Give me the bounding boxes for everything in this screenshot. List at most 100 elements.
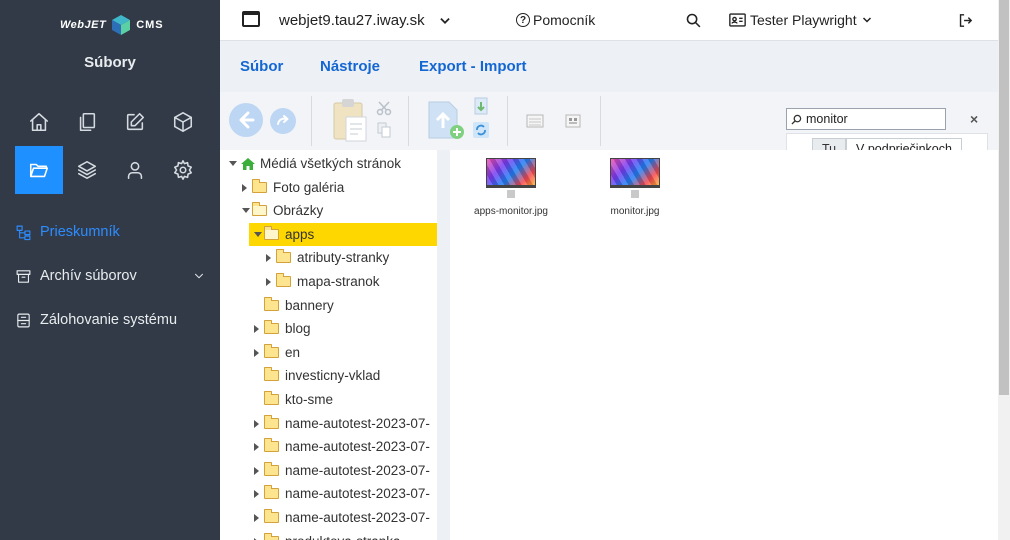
user-menu[interactable]: Tester Playwright	[729, 12, 873, 28]
tree-node[interactable]: en	[220, 341, 437, 364]
clipboard-icon	[333, 99, 367, 142]
domain-selector[interactable]: webjet9.tau27.iway.sk	[279, 12, 425, 29]
tree-node[interactable]: atributy-stranky	[220, 246, 437, 269]
tree-root[interactable]: Médiá všetkých stránok	[220, 152, 437, 175]
download-button[interactable]	[472, 97, 490, 117]
view-thumbnails-button[interactable]	[565, 114, 581, 128]
folder-icon	[276, 249, 291, 264]
module-users[interactable]	[111, 146, 159, 194]
module-templates[interactable]	[63, 146, 111, 194]
tree-node[interactable]: Obrázky	[220, 199, 437, 222]
tree-node[interactable]: bannery	[220, 294, 437, 317]
menu-item-explorer[interactable]: Prieskumník	[0, 215, 220, 249]
refresh-icon	[473, 122, 489, 138]
tree-node[interactable]: name-autotest-2023-07-	[220, 506, 437, 529]
collapse-toggle[interactable]	[254, 231, 262, 237]
page-scrollbar[interactable]	[998, 0, 1010, 540]
folder-icon	[264, 391, 279, 405]
pane-splitter[interactable]	[437, 150, 450, 540]
expand-toggle[interactable]	[254, 348, 259, 357]
expand-toggle[interactable]	[254, 443, 259, 452]
upload-button[interactable]	[427, 100, 467, 142]
help-link[interactable]: ? Pomocník	[516, 12, 595, 28]
expand-toggle[interactable]	[266, 254, 271, 263]
tree-node-label: kto-sme	[285, 392, 334, 407]
tree-node[interactable]: kto-sme	[220, 388, 437, 411]
scrollbar-thumb[interactable]	[999, 0, 1009, 395]
expand-toggle[interactable]	[254, 466, 259, 475]
file-item[interactable]: monitor.jpg	[585, 158, 685, 217]
search-icon[interactable]	[685, 12, 702, 29]
folder-icon	[264, 296, 279, 311]
tab-bar: Súbor Nástroje Export - Import	[220, 41, 998, 92]
back-button[interactable]	[229, 103, 263, 137]
tree-node[interactable]: blog	[220, 317, 437, 340]
tree-node[interactable]: apps	[220, 222, 437, 246]
tree-node[interactable]: produktova-stranka	[220, 530, 437, 540]
copy-button[interactable]	[377, 122, 391, 138]
app-window: WebJET CMS Súbory Prieskumník Archív súb…	[0, 0, 1010, 540]
tree-node-label: name-autotest-2023-07-	[285, 486, 430, 502]
tab-export-import[interactable]: Export - Import	[419, 41, 527, 92]
tree-node[interactable]: investicny-vklad	[220, 364, 437, 387]
tree-node-label: en	[285, 344, 301, 360]
monitor-stand	[631, 190, 639, 198]
logo[interactable]: WebJET CMS	[60, 14, 164, 36]
menu-item-backup[interactable]: Zálohovanie systému	[0, 303, 220, 337]
file-item[interactable]: apps-monitor.jpg	[461, 158, 561, 217]
tab-nastroje[interactable]: Nástroje	[320, 41, 380, 92]
folder-icon	[264, 461, 279, 476]
file-list: apps-monitor.jpg monitor.jpg	[450, 150, 998, 540]
folder-icon	[252, 178, 267, 193]
expand-toggle[interactable]	[254, 325, 259, 334]
expand-toggle[interactable]	[254, 419, 259, 428]
module-pages[interactable]	[63, 98, 111, 146]
tree-node-label: name-autotest-2023-07-	[285, 510, 430, 525]
tree-node-label: blog	[285, 321, 311, 337]
upload-file-icon	[428, 101, 464, 139]
chevron-down-icon	[862, 17, 871, 23]
expand-toggle[interactable]	[242, 183, 247, 192]
archive-icon	[16, 269, 31, 283]
chevron-down-icon[interactable]	[438, 14, 452, 28]
monitor-image	[486, 158, 536, 188]
expand-toggle[interactable]	[266, 278, 271, 286]
chevron-down-icon[interactable]	[192, 269, 206, 283]
expand-toggle[interactable]	[254, 490, 259, 499]
menu-item-label: Archív súborov	[40, 268, 137, 284]
module-files[interactable]	[15, 146, 63, 194]
menu-item-archive[interactable]: Archív súborov	[0, 259, 220, 293]
module-apps[interactable]	[159, 98, 207, 146]
logout-icon[interactable]	[957, 12, 974, 29]
paste-button[interactable]	[332, 97, 368, 143]
logo-cube-icon	[112, 15, 131, 35]
module-home[interactable]	[15, 98, 63, 146]
file-name: apps-monitor.jpg	[474, 206, 548, 217]
tree-node-label: Obrázky	[273, 203, 324, 219]
module-settings[interactable]	[159, 146, 207, 194]
collapse-toggle[interactable]	[242, 208, 250, 214]
cut-button[interactable]	[376, 100, 392, 116]
view-details-button[interactable]	[526, 114, 544, 128]
tree-node[interactable]: name-autotest-2023-07-	[220, 435, 437, 458]
folder-icon	[264, 485, 279, 500]
tree-node[interactable]: Foto galéria	[220, 176, 437, 199]
tab-subor[interactable]: Súbor	[240, 41, 284, 92]
expand-toggle[interactable]	[254, 514, 259, 522]
refresh-button[interactable]	[472, 121, 490, 139]
tree-node[interactable]: mapa-stranok	[220, 270, 437, 293]
module-edit[interactable]	[111, 98, 159, 146]
folder-icon	[264, 509, 279, 523]
tree-node[interactable]: name-autotest-2023-07-	[220, 412, 437, 435]
tree-node[interactable]: name-autotest-2023-07-	[220, 482, 437, 505]
copy-icon	[377, 122, 391, 138]
scissors-icon	[376, 101, 392, 116]
forward-button[interactable]	[270, 108, 296, 134]
collapse-toggle[interactable]	[229, 161, 237, 166]
folder-icon	[264, 225, 279, 240]
sidebar: WebJET CMS Súbory Prieskumník Archív súb…	[0, 0, 220, 540]
clear-search-button[interactable]: ×	[970, 111, 978, 127]
tree-node[interactable]: name-autotest-2023-07-	[220, 459, 437, 482]
help-icon: ?	[516, 13, 530, 27]
file-search-input[interactable]	[806, 112, 941, 126]
